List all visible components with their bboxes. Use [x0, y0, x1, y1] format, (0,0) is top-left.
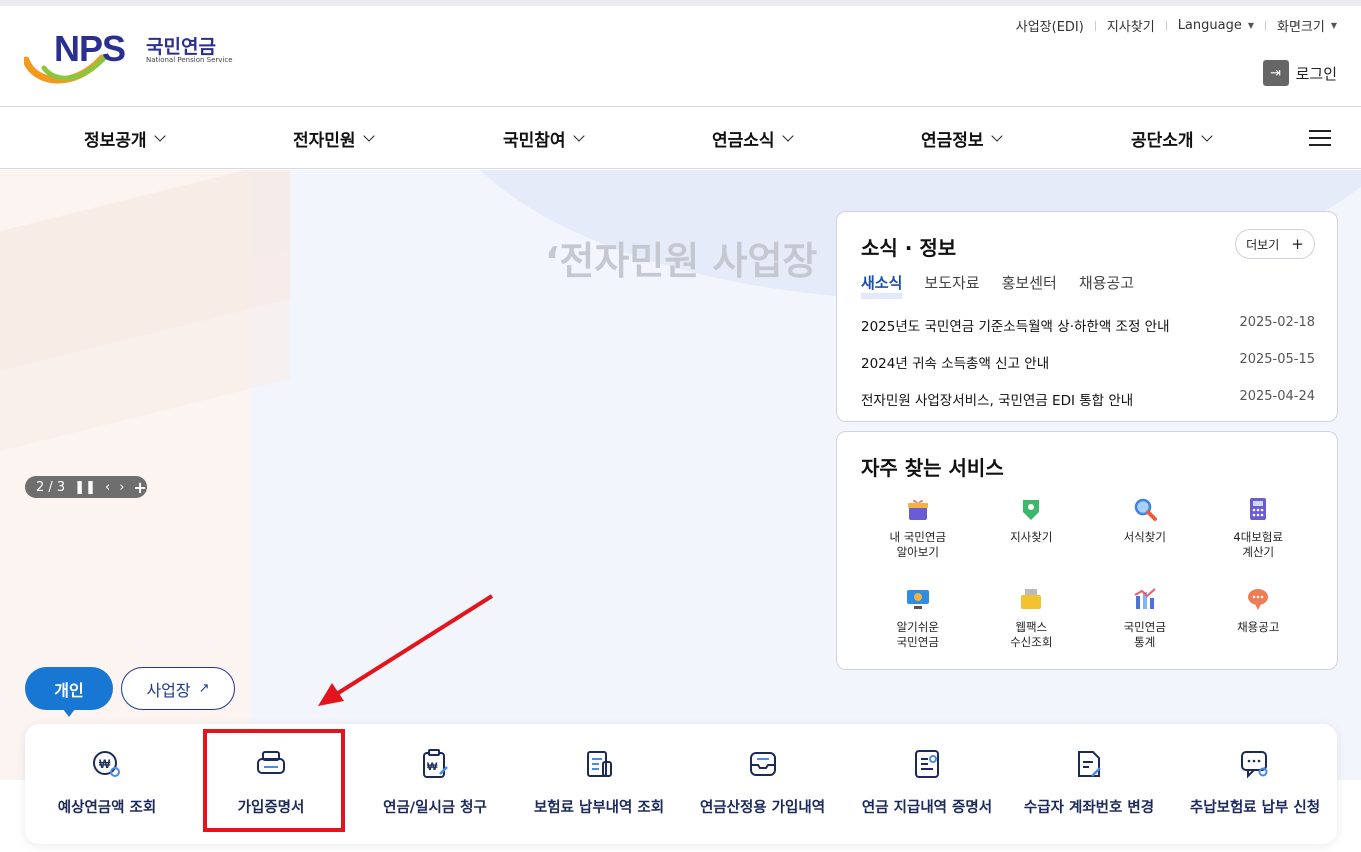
tab-personal[interactable]: 개인	[25, 667, 113, 717]
services-title: 자주 찾는 서비스	[861, 456, 1004, 480]
nav-pension-info[interactable]: 연금정보	[921, 126, 1003, 151]
hero-title: ‘전자민원 사업장	[545, 239, 818, 283]
service-branch-finder[interactable]: 지사찾기	[975, 496, 1089, 576]
quick-deferred-payment[interactable]: 추납보험료 납부 신청	[1185, 724, 1325, 844]
pension-estimate-icon: ₩	[93, 751, 120, 777]
pause-icon[interactable]: ❚❚	[74, 480, 96, 495]
slide-counter: 2 / 3	[36, 479, 66, 495]
logo-nps-text: NPS	[54, 28, 126, 69]
claim-clipboard-icon: ₩	[423, 749, 448, 778]
main-nav: 정보공개 전자민원 국민참여 연금소식 연금정보 공단소개	[0, 108, 1361, 169]
list-item[interactable]: 2025년도 국민연금 기준소득월액 상·하한액 조정 안내 2025-02-18	[861, 315, 1315, 352]
service-form-finder[interactable]: 서식찾기	[1088, 496, 1202, 576]
monitor-icon	[906, 590, 929, 609]
chevron-down-icon	[362, 129, 375, 142]
util-edi-link[interactable]: 사업장(EDI)	[1016, 16, 1084, 35]
chevron-down-icon	[781, 129, 794, 142]
chevron-down-icon	[153, 129, 166, 142]
gift-icon	[907, 500, 928, 520]
caret-down-icon: ▼	[1247, 21, 1254, 30]
news-list: 2025년도 국민연금 기준소득월액 상·하한액 조정 안내 2025-02-18…	[861, 315, 1315, 426]
plus-icon: +	[1291, 235, 1304, 253]
chevron-down-icon	[990, 129, 1003, 142]
caret-down-icon: ▼	[1330, 21, 1337, 30]
certificate-icon	[915, 750, 939, 778]
quick-enrollment-history[interactable]: 연금산정용 가입내역	[695, 724, 830, 844]
svg-text:₩: ₩	[99, 757, 111, 771]
chat-search-icon	[1241, 751, 1268, 779]
services-grid: 내 국민연금 알아보기 지사찾기 서식찾기 4대보험료 계산기 알기쉬운 국민연금 웹…	[861, 496, 1315, 666]
more-button[interactable]: 더보기 +	[1235, 229, 1315, 259]
map-pin-icon	[1023, 500, 1040, 520]
nav-pension-news[interactable]: 연금소식	[712, 126, 794, 151]
chevron-down-icon	[1200, 129, 1213, 142]
util-language-dropdown[interactable]: Language ▼	[1178, 18, 1254, 33]
util-screen-size-dropdown[interactable]: 화면크기 ▼	[1277, 16, 1337, 35]
nav-participation[interactable]: 국민참여	[503, 126, 585, 151]
next-icon[interactable]: ›	[119, 480, 124, 495]
divider	[1265, 20, 1266, 31]
magnifier-icon	[1134, 498, 1157, 521]
slide-pager: 2 / 3 ❚❚ ‹ › +	[25, 476, 147, 498]
chart-icon	[1134, 588, 1156, 609]
nav-info-disclosure[interactable]: 정보공개	[84, 126, 166, 151]
util-branch-link[interactable]: 지사찾기	[1107, 16, 1155, 35]
nav-e-civil[interactable]: 전자민원	[293, 126, 375, 151]
service-recruit[interactable]: 채용공고	[1202, 586, 1316, 666]
divider	[1094, 20, 1096, 31]
nps-logo[interactable]: NPS 국민연금 National Pension Service	[24, 28, 239, 88]
nav-about[interactable]: 공단소개	[1131, 126, 1213, 151]
prev-icon[interactable]: ‹	[105, 480, 110, 495]
login-icon: ⇥	[1262, 60, 1289, 86]
payment-history-icon	[587, 751, 612, 777]
tab-new-news[interactable]: 새소식	[861, 272, 903, 299]
news-panel: 소식 · 정보 더보기 + 새소식 보도자료 홍보센터 채용공고 2025년도 국…	[836, 211, 1338, 422]
login-label: 로그인	[1295, 64, 1337, 83]
chevron-down-icon	[572, 129, 585, 142]
highlight-box	[203, 729, 345, 832]
external-link-icon: ↗	[198, 681, 210, 696]
calculator-icon	[1250, 498, 1267, 520]
frequent-services-panel: 자주 찾는 서비스 내 국민연금 알아보기 지사찾기 서식찾기 4대보험료 계산기 …	[836, 431, 1338, 670]
quick-payment-history[interactable]: 보험료 납부내역 조회	[526, 724, 672, 844]
service-webfax[interactable]: 웹팩스 수신조회	[975, 586, 1089, 666]
list-item[interactable]: 2024년 귀속 소득총액 신고 안내 2025-05-15	[861, 352, 1315, 389]
tab-recruit[interactable]: 채용공고	[1079, 272, 1134, 299]
inbox-icon	[749, 752, 776, 776]
news-tabs: 새소식 보도자료 홍보센터 채용공고	[861, 272, 1134, 299]
service-my-pension[interactable]: 내 국민연금 알아보기	[861, 496, 975, 576]
account-edit-icon	[1078, 751, 1101, 777]
fax-icon	[1021, 589, 1042, 609]
service-easy-pension[interactable]: 알기쉬운 국민연금	[861, 586, 975, 666]
logo-korean-text: 국민연금	[146, 36, 216, 58]
tab-press[interactable]: 보도자료	[924, 272, 979, 299]
divider	[1165, 20, 1167, 31]
quick-payment-certificate[interactable]: 연금 지급내역 증명서	[855, 724, 999, 844]
plus-icon[interactable]: +	[133, 478, 146, 497]
news-title: 소식 · 정보	[861, 236, 957, 260]
quick-account-change[interactable]: 수급자 계좌번호 변경	[1020, 724, 1158, 844]
svg-text:₩: ₩	[427, 761, 438, 773]
utility-menu: 사업장(EDI) 지사찾기 Language ▼ 화면크기 ▼	[1016, 16, 1337, 35]
hamburger-menu-icon[interactable]	[1309, 130, 1331, 146]
quick-claim[interactable]: ₩ 연금/일시금 청구	[370, 724, 500, 844]
quick-estimate-pension[interactable]: ₩ 예상연금액 조회	[56, 724, 158, 844]
tab-pr-center[interactable]: 홍보센터	[1002, 272, 1057, 299]
chat-bubble-icon	[1248, 589, 1269, 610]
service-calculator[interactable]: 4대보험료 계산기	[1202, 496, 1316, 576]
service-statistics[interactable]: 국민연금 통계	[1088, 586, 1202, 666]
header: NPS 국민연금 National Pension Service 사업장(ED…	[0, 6, 1361, 107]
logo-english-text: National Pension Service	[146, 56, 233, 64]
tab-business[interactable]: 사업장 ↗	[121, 667, 235, 710]
login-button[interactable]: ⇥ 로그인	[1262, 60, 1337, 86]
list-item[interactable]: 전자민원 사업장서비스, 국민연금 EDI 통합 안내 2025-04-24	[861, 389, 1315, 426]
